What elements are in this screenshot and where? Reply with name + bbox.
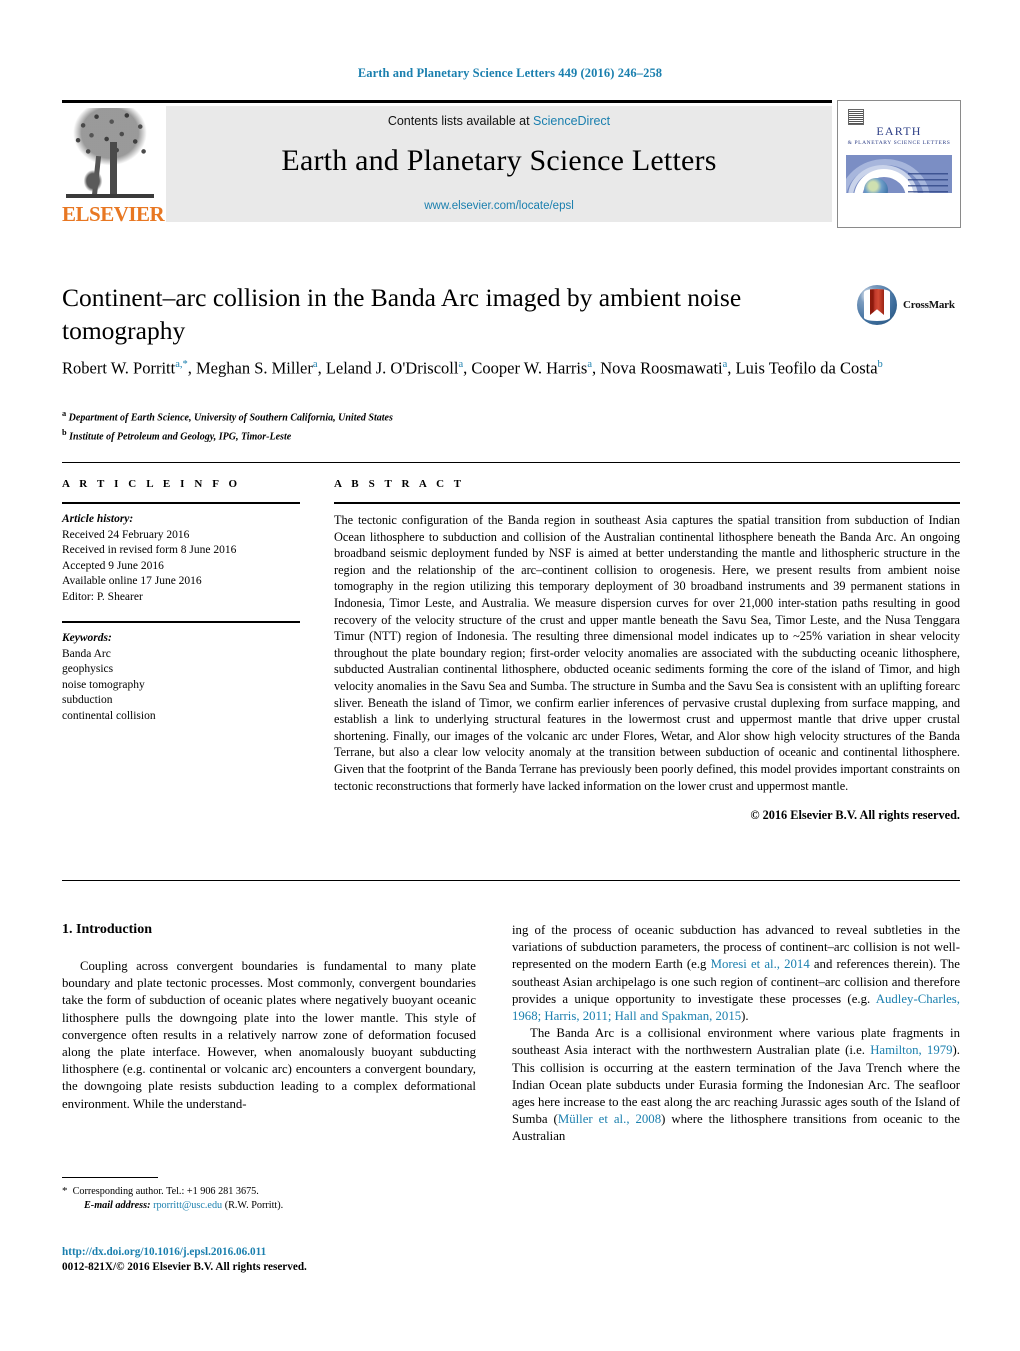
body-left-column: 1. Introduction Coupling across converge… — [62, 922, 476, 1113]
article-info-column: A R T I C L E I N F O Article history: R… — [62, 478, 300, 724]
info-top-rule — [62, 462, 960, 463]
history-item: Available online 17 June 2016 — [62, 575, 202, 587]
masthead-band: Contents lists available at ScienceDirec… — [166, 106, 832, 222]
email-link[interactable]: rporritt@usc.edu — [153, 1200, 222, 1211]
asterisk-icon: * — [62, 1185, 68, 1197]
elsevier-wordmark: ELSEVIER — [62, 202, 165, 226]
intro-paragraph-right-2: The Banda Arc is a collisional environme… — [512, 1026, 960, 1144]
elsevier-logo: ELSEVIER — [62, 106, 165, 226]
journal-cover-thumbnail: EARTH & PLANETARY SCIENCE LETTERS — [837, 100, 961, 228]
crossmark-icon — [857, 285, 897, 325]
paper-page: Earth and Planetary Science Letters 449 … — [0, 0, 1020, 1351]
running-head: Earth and Planetary Science Letters 449 … — [357, 66, 663, 80]
crossmark-badge[interactable]: CrossMark — [857, 285, 961, 327]
doi-block: http://dx.doi.org/10.1016/j.epsl.2016.06… — [62, 1245, 482, 1275]
contents-prefix: Contents lists available at — [387, 114, 534, 128]
history-item: Editor: P. Shearer — [62, 590, 143, 603]
cover-subtitle: & PLANETARY SCIENCE LETTERS — [847, 140, 951, 146]
section-heading-introduction: 1. Introduction — [62, 922, 152, 937]
intro-paragraph-left: Coupling across convergent boundaries is… — [62, 959, 476, 1111]
journal-title: Earth and Planetary Science Letters — [281, 144, 717, 177]
issn-copyright: 0012-821X/© 2016 Elsevier B.V. All right… — [62, 1261, 307, 1273]
affiliation-b: b Institute of Petroleum and Geology, IP… — [62, 428, 292, 443]
keywords: Keywords: Banda Arc geophysics noise tom… — [62, 631, 300, 724]
page-title: Continent–arc collision in the Banda Arc… — [62, 283, 742, 345]
email-label: E-mail address: — [84, 1200, 151, 1211]
footnote-block: * Corresponding author. Tel.: +1 906 281… — [62, 1184, 476, 1213]
history-item: Received in revised form 8 June 2016 — [62, 544, 237, 556]
cover-publisher-mark — [848, 109, 864, 125]
history-item: Accepted 9 June 2016 — [62, 559, 164, 572]
keyword-item: Banda Arc — [62, 647, 111, 660]
keyword-item: subduction — [62, 694, 113, 706]
article-info-heading: A R T I C L E I N F O — [62, 478, 241, 490]
article-history: Article history: Received 24 February 20… — [62, 512, 300, 605]
author-list: Robert W. Porritta,*, Meghan S. Millera,… — [62, 358, 883, 378]
crossmark-label: CrossMark — [903, 299, 955, 311]
abstract-heading: A B S T R A C T — [334, 478, 465, 490]
citation-link[interactable]: Müller et al., 2008 — [558, 1112, 661, 1126]
cover-title: EARTH — [876, 124, 922, 138]
affiliations: a Department of Earth Science, Universit… — [62, 406, 762, 445]
keyword-item: continental collision — [62, 709, 156, 722]
footnote-rule — [62, 1177, 158, 1178]
keyword-item: noise tomography — [62, 678, 145, 691]
affiliation-a: a Department of Earth Science, Universit… — [62, 409, 393, 424]
article-history-label: Article history: — [62, 513, 134, 525]
keyword-item: geophysics — [62, 663, 114, 675]
email-line: E-mail address: rporritt@usc.edu (R.W. P… — [62, 1199, 476, 1213]
contents-available-line: Contents lists available at ScienceDirec… — [166, 114, 832, 128]
abstract-copyright: © 2016 Elsevier B.V. All rights reserved… — [750, 808, 960, 823]
intro-paragraph-right-1: ing of the process of oceanic subduction… — [512, 923, 960, 1024]
doi-link[interactable]: http://dx.doi.org/10.1016/j.epsl.2016.06… — [62, 1245, 482, 1260]
citation-link[interactable]: Moresi et al., 2014 — [711, 957, 810, 971]
email-owner: (R.W. Porritt). — [224, 1200, 284, 1211]
journal-url-link[interactable]: www.elsevier.com/locate/epsl — [166, 200, 832, 212]
abstract-bottom-rule — [62, 880, 960, 881]
keywords-label: Keywords: — [62, 632, 112, 644]
history-item: Received 24 February 2016 — [62, 528, 190, 541]
corresponding-author-line: * Corresponding author. Tel.: +1 906 281… — [62, 1185, 259, 1197]
abstract-column: A B S T R A C T The tectonic configurati… — [334, 478, 960, 823]
citation-link[interactable]: Hamilton, 1979 — [870, 1043, 952, 1057]
body-right-column: ing of the process of oceanic subduction… — [512, 922, 960, 1146]
elsevier-tree-icon — [64, 106, 156, 202]
sciencedirect-link[interactable]: ScienceDirect — [533, 114, 610, 128]
cover-artwork — [846, 155, 952, 205]
abstract-text: The tectonic configuration of the Banda … — [334, 513, 960, 793]
journal-masthead: ELSEVIER Contents lists available at Sci… — [62, 100, 961, 228]
masthead-top-rule — [62, 100, 832, 103]
